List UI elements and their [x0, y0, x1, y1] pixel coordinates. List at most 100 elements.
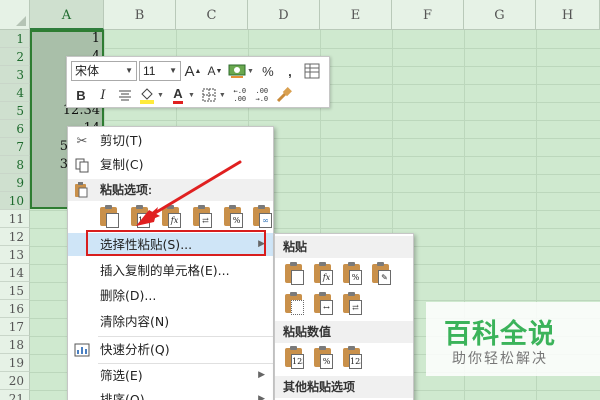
- transpose-icon: ⇄: [349, 300, 362, 315]
- column-header-e[interactable]: E: [320, 0, 392, 30]
- paste-formulas-number-format-button[interactable]: %: [341, 262, 363, 286]
- menu-item-cut[interactable]: ✂ 剪切(T): [68, 129, 273, 152]
- fill-color-button[interactable]: [137, 85, 157, 105]
- menu-item-clear-contents[interactable]: 清除内容(N): [68, 310, 273, 333]
- comma-style-button[interactable]: ,: [280, 61, 300, 81]
- context-menu: ✂ 剪切(T) 复制(C) 粘贴选项: 123 fx ⇄ % ∞ 选择性粘贴(S…: [67, 126, 274, 400]
- paste-values-number-format-button[interactable]: %: [312, 346, 334, 370]
- column-header-b[interactable]: B: [104, 0, 176, 30]
- paste-button[interactable]: [283, 262, 305, 286]
- paste-transpose-button[interactable]: ⇄: [341, 292, 363, 316]
- menu-item-filter[interactable]: 筛选(E) ▶: [68, 364, 273, 387]
- chevron-down-icon[interactable]: ▼: [219, 92, 226, 99]
- row-header-5[interactable]: 5: [0, 102, 30, 120]
- column-header-c[interactable]: C: [176, 0, 248, 30]
- paste-no-borders-button[interactable]: [283, 292, 305, 316]
- font-name-box[interactable]: 宋体 ▼: [71, 61, 137, 81]
- row-header-6[interactable]: 6: [0, 120, 30, 138]
- table-format-icon: [304, 63, 320, 79]
- row-header-20[interactable]: 20: [0, 372, 30, 390]
- row-header-13[interactable]: 13: [0, 246, 30, 264]
- percent-style-button[interactable]: %: [258, 61, 278, 81]
- column-header-h[interactable]: H: [536, 0, 600, 30]
- row-header-15[interactable]: 15: [0, 282, 30, 300]
- decrease-decimal-button[interactable]: .00 →.0: [252, 85, 272, 105]
- menu-item-label: 插入复制的单元格(E)...: [100, 263, 230, 278]
- formula-icon: fx: [168, 213, 181, 228]
- center-align-button[interactable]: [115, 85, 135, 105]
- row-header-12[interactable]: 12: [0, 228, 30, 246]
- percent-formula-icon: %: [349, 270, 362, 285]
- shrink-font-button[interactable]: A ▼: [205, 61, 225, 81]
- bold-button[interactable]: B: [71, 85, 91, 105]
- paste-values-source-format-button[interactable]: 123: [341, 346, 363, 370]
- row-header-2[interactable]: 2: [0, 48, 30, 66]
- row-header-8[interactable]: 8: [0, 156, 30, 174]
- menu-item-delete[interactable]: 删除(D)...: [68, 284, 273, 307]
- select-all-corner[interactable]: [0, 0, 30, 30]
- paste-keep-column-widths-button[interactable]: ↔: [312, 292, 334, 316]
- menu-item-label: 快速分析(Q): [100, 342, 170, 357]
- row-header-19[interactable]: 19: [0, 354, 30, 372]
- row-header-3[interactable]: 3: [0, 66, 30, 84]
- chevron-down-icon[interactable]: ▼: [188, 92, 195, 99]
- paste-values-button[interactable]: 123: [129, 205, 151, 229]
- grow-font-icon: A: [184, 62, 195, 80]
- chevron-down-icon: ▼: [169, 66, 177, 75]
- menu-item-insert-copied-cells[interactable]: 插入复制的单元格(E)...: [68, 259, 273, 282]
- format-painter-icon: [276, 87, 292, 103]
- watermark-title: 百科全说: [444, 319, 556, 350]
- row-header-18[interactable]: 18: [0, 336, 30, 354]
- font-size-box[interactable]: 11 ▼: [139, 61, 181, 81]
- increase-decimal-button[interactable]: ←.0 .00: [230, 85, 250, 105]
- paste-formatting-button[interactable]: %: [222, 205, 244, 229]
- cell-a7[interactable]: 5: [32, 139, 68, 154]
- row-header-10[interactable]: 10: [0, 192, 30, 210]
- currency-icon: [228, 64, 246, 78]
- row-header-17[interactable]: 17: [0, 318, 30, 336]
- row-header-4[interactable]: 4: [0, 84, 30, 102]
- row-header-7[interactable]: 7: [0, 138, 30, 156]
- column-header-a[interactable]: A: [30, 0, 104, 30]
- format-painter-button[interactable]: [274, 85, 294, 105]
- currency-format-button[interactable]: [227, 61, 247, 81]
- column-width-icon: ↔: [320, 300, 333, 315]
- menu-item-label: 复制(C): [100, 157, 144, 172]
- row-header-1[interactable]: 1: [0, 30, 30, 48]
- brush-values-icon: 123: [349, 354, 362, 369]
- column-header-d[interactable]: D: [248, 0, 320, 30]
- paste-doc-icon: [291, 270, 304, 285]
- paste-button[interactable]: [98, 205, 120, 229]
- menu-item-label: 排序(O): [100, 392, 145, 400]
- menu-item-sort[interactable]: 排序(O) ▶: [68, 388, 273, 400]
- row-header-11[interactable]: 11: [0, 210, 30, 228]
- menu-item-copy[interactable]: 复制(C): [68, 153, 273, 176]
- paste-transpose-button[interactable]: ⇄: [191, 205, 213, 229]
- italic-button[interactable]: I: [93, 85, 113, 105]
- row-header-16[interactable]: 16: [0, 300, 30, 318]
- menu-item-quick-analysis[interactable]: 快速分析(Q): [68, 338, 273, 361]
- cell-a8[interactable]: 3: [32, 157, 68, 172]
- values-icon: 123: [137, 213, 150, 228]
- paste-options-label: 粘贴选项:: [100, 183, 152, 197]
- grow-font-button[interactable]: A ▲: [183, 61, 203, 81]
- paste-formulas-button[interactable]: fx: [160, 205, 182, 229]
- borders-button[interactable]: [199, 85, 219, 105]
- paste-link-button[interactable]: ∞: [251, 205, 273, 229]
- paste-formulas-button[interactable]: fx: [312, 262, 334, 286]
- gridline: [30, 48, 600, 49]
- copy-icon: [74, 157, 90, 173]
- cell-a1[interactable]: 1: [32, 31, 100, 46]
- format-table-button[interactable]: [302, 61, 322, 81]
- watermark-subtitle: 助你轻松解决: [452, 351, 548, 367]
- paste-keep-source-format-button[interactable]: ✎: [370, 262, 392, 286]
- chevron-down-icon[interactable]: ▼: [247, 68, 254, 75]
- chevron-down-icon[interactable]: ▼: [157, 92, 164, 99]
- column-header-g[interactable]: G: [464, 0, 536, 30]
- row-header-14[interactable]: 14: [0, 264, 30, 282]
- row-header-9[interactable]: 9: [0, 174, 30, 192]
- font-color-button[interactable]: A: [168, 85, 188, 105]
- paste-values-button[interactable]: 123: [283, 346, 305, 370]
- row-header-21[interactable]: 21: [0, 390, 30, 400]
- column-header-f[interactable]: F: [392, 0, 464, 30]
